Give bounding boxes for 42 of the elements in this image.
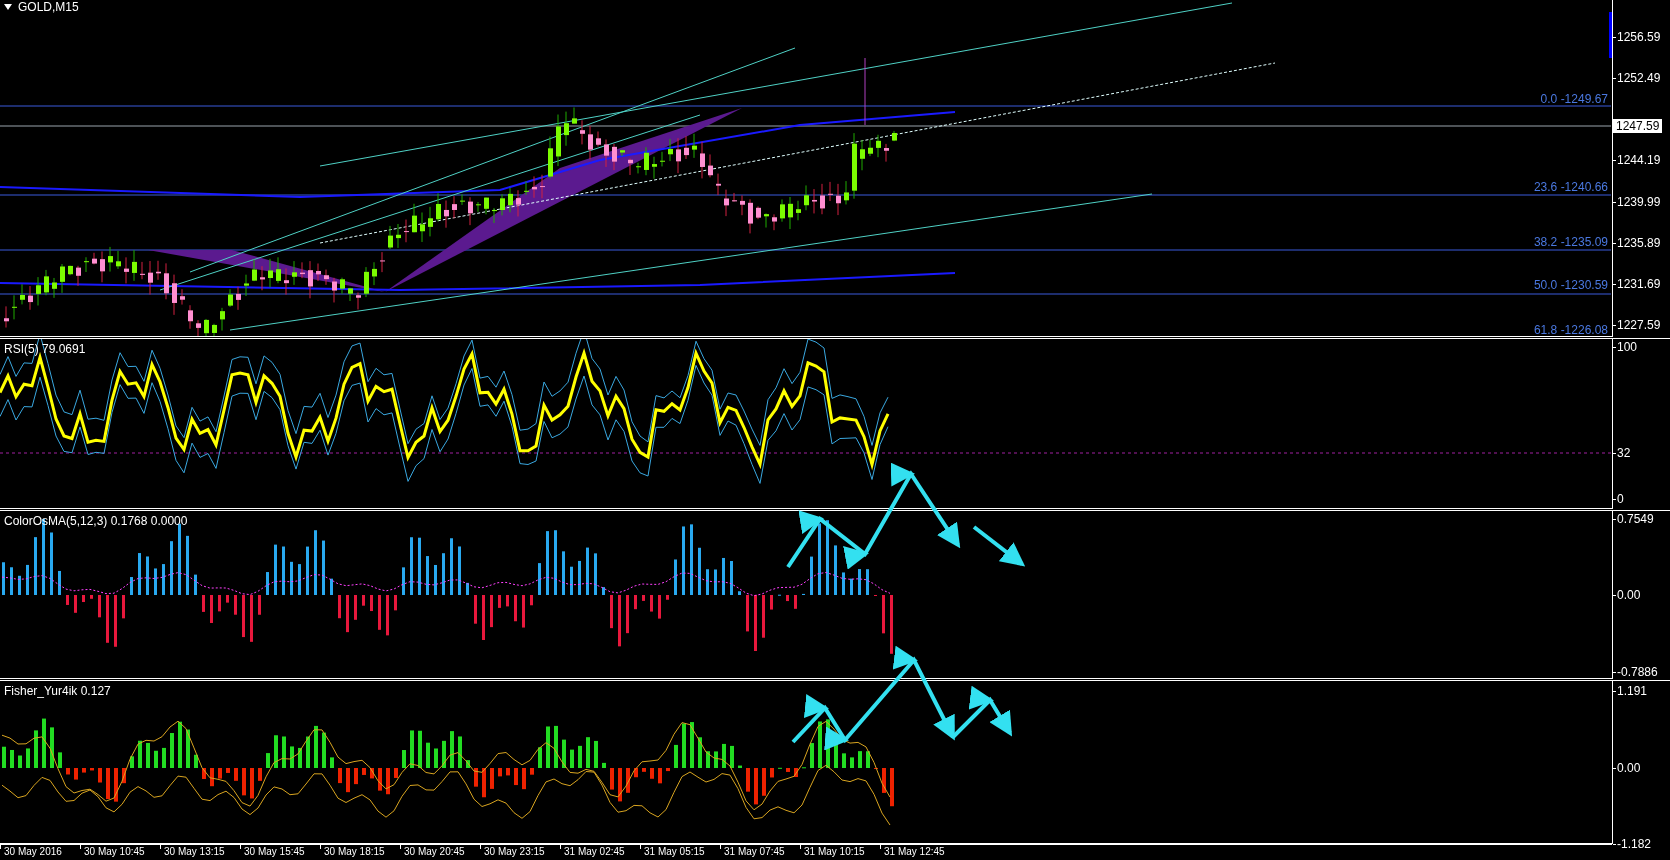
time-axis-label: 31 May 07:45 xyxy=(724,846,785,858)
axis-label: 1231.69 xyxy=(1617,277,1661,291)
fibonacci-level-label: 38.2 -1235.09 xyxy=(1533,235,1608,249)
fibonacci-level-label: 50.0 -1230.59 xyxy=(1533,278,1608,292)
axis-label: 1.191 xyxy=(1617,684,1648,698)
time-axis-label: 31 May 05:15 xyxy=(644,846,705,858)
fibonacci-level-label: 0.0 -1249.67 xyxy=(1540,92,1608,106)
spike-wick xyxy=(864,57,866,126)
axis-label: 0.00 xyxy=(1617,588,1641,602)
time-axis-label: 31 May 12:45 xyxy=(884,846,945,858)
time-axis-label: 31 May 02:45 xyxy=(564,846,625,858)
axis-label: 1239.99 xyxy=(1617,195,1661,209)
axis-label: 32 xyxy=(1617,446,1631,460)
time-axis-label: 30 May 13:15 xyxy=(164,846,225,858)
fibonacci-level-label: 61.8 -1226.08 xyxy=(1533,323,1608,337)
axis-label: 1256.59 xyxy=(1617,30,1661,44)
scroll-marker xyxy=(1609,12,1612,58)
axis-label: 1235.89 xyxy=(1617,236,1661,250)
time-axis-label: 31 May 10:15 xyxy=(804,846,865,858)
axis-label: 1244.19 xyxy=(1617,153,1661,167)
indicator-title: Fisher_Yur4ik 0.127 xyxy=(4,684,111,698)
axis-label: -0.7886 xyxy=(1617,665,1658,679)
time-axis-label: 30 May 10:45 xyxy=(84,846,145,858)
axis-label: 1252.49 xyxy=(1617,71,1661,85)
indicator-title: ColorOsMA(5,12,3) 0.1768 0.0000 xyxy=(4,514,188,528)
axis-label: 0 xyxy=(1617,492,1624,506)
fibonacci-level-label: 23.6 -1240.66 xyxy=(1533,180,1608,194)
current-price-label: 1247.59 xyxy=(1613,119,1663,133)
zigzag-arrow-drawing xyxy=(972,525,1025,567)
axis-label: 0.7549 xyxy=(1617,512,1654,526)
axis-label: 1227.59 xyxy=(1617,318,1661,332)
time-axis-label: 30 May 2016 xyxy=(4,846,62,858)
time-axis-label: 30 May 18:15 xyxy=(324,846,385,858)
indicator-title: RSI(5) 79.0691 xyxy=(4,342,86,356)
time-axis-label: 30 May 20:45 xyxy=(404,846,465,858)
time-axis-label: 30 May 15:45 xyxy=(244,846,305,858)
axis-label: 100 xyxy=(1617,340,1638,354)
axis-label: 0.00 xyxy=(1617,761,1641,775)
chart-title: GOLD,M15 xyxy=(18,0,79,14)
time-axis-label: 30 May 23:15 xyxy=(484,846,545,858)
dropdown-triangle-icon[interactable] xyxy=(4,4,12,10)
axis-label: -1.182 xyxy=(1617,837,1652,851)
